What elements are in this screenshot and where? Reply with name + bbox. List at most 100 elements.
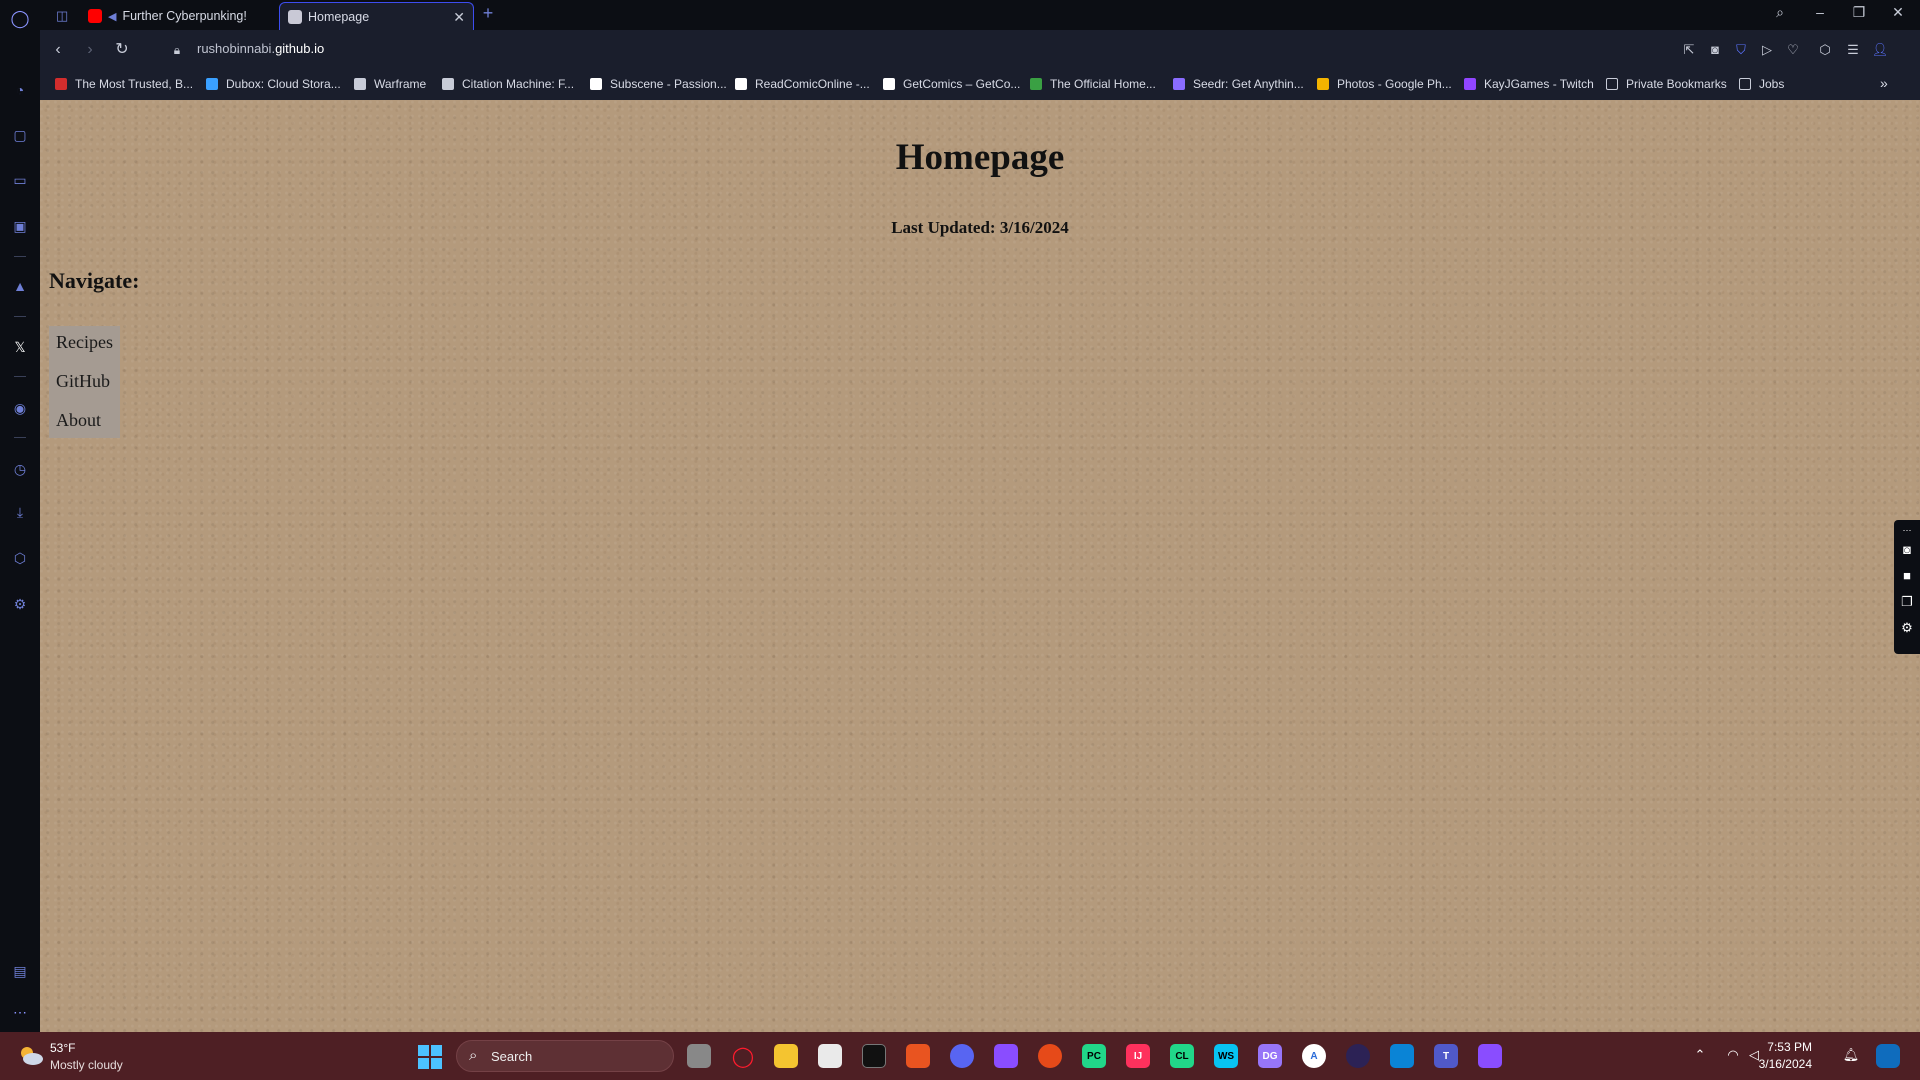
settings-gear-icon[interactable]: ⚙ (10, 594, 30, 614)
bookmark-folder[interactable]: Jobs (1739, 77, 1784, 91)
floating-tools-panel: ⋯ ◙ ■ ❐ ⚙ (1894, 520, 1920, 654)
pin-icon[interactable]: ⋯ (1899, 522, 1915, 538)
clock-time[interactable]: 7:53 PM (1767, 1040, 1812, 1054)
share-icon[interactable]: ⇱ (1680, 41, 1698, 59)
sidebar-separator (14, 316, 26, 317)
app-icon[interactable] (1038, 1044, 1062, 1068)
weather-cloud-icon[interactable] (18, 1044, 44, 1066)
bookmark-item[interactable]: KayJGames - Twitch (1464, 77, 1594, 91)
bookmark-item[interactable]: Warframe (354, 77, 426, 91)
aria-icon[interactable]: ▲ (10, 276, 30, 296)
speed-dial-icon[interactable]: ◔ (10, 80, 30, 100)
new-tab-button[interactable]: + (476, 3, 500, 24)
microsoft-store-icon[interactable] (818, 1044, 842, 1068)
easy-setup-icon[interactable]: ☰ (1844, 41, 1862, 59)
tab-youtube[interactable]: ◀ Further Cyberpunking! ✕ (80, 2, 312, 30)
shield-icon[interactable]: ⛉ (1732, 41, 1750, 59)
history-icon[interactable]: ◷ (10, 459, 30, 479)
screens-icon[interactable]: ❐ (1899, 594, 1915, 610)
bookmark-favicon-icon (735, 78, 747, 90)
webstorm-icon[interactable]: WS (1214, 1044, 1238, 1068)
tray-chevron-icon[interactable]: ⌃ (1691, 1047, 1709, 1063)
lock-icon[interactable]: 🔒︎ (167, 40, 187, 60)
datagrip-icon[interactable]: DG (1258, 1044, 1282, 1068)
bookmarks-more-button[interactable]: » (1880, 75, 1888, 91)
bookmark-favicon-icon (442, 78, 454, 90)
taskbar-search[interactable]: ⌕ Search (456, 1040, 674, 1072)
nav-link-github[interactable]: GitHub (56, 371, 110, 392)
downloads-icon[interactable]: ⤓ (10, 502, 30, 522)
more-icon[interactable]: ⋯ (10, 1002, 30, 1022)
opera-taskbar-icon[interactable]: ◯ (731, 1044, 755, 1068)
discord-icon[interactable] (950, 1044, 974, 1068)
bookmark-item[interactable]: The Official Home... (1030, 77, 1156, 91)
restore-button[interactable]: ❐ (1847, 4, 1871, 21)
address-bar-row: ‹ › ↻ 🔒︎ rushobinnabi.github.io ⇱ ◙ ⛉ ▷ … (40, 30, 1920, 70)
app-icon[interactable]: A (1302, 1044, 1326, 1068)
app-icon[interactable] (994, 1044, 1018, 1068)
url-field[interactable]: rushobinnabi.github.io (197, 41, 324, 56)
tab-homepage[interactable]: Homepage ✕ (279, 2, 474, 30)
bookmark-label: Dubox: Cloud Stora... (226, 77, 341, 91)
bookmark-item[interactable]: Dubox: Cloud Stora... (206, 77, 341, 91)
opera-logo-icon[interactable]: ◯ (10, 9, 30, 29)
clock-date[interactable]: 3/16/2024 (1759, 1057, 1812, 1071)
start-button[interactable] (418, 1045, 442, 1069)
tab-search-icon[interactable]: ◫ (48, 2, 74, 30)
terminal-icon[interactable] (862, 1044, 886, 1068)
minimize-button[interactable]: – (1808, 4, 1832, 20)
bookmark-item[interactable]: Citation Machine: F... (442, 77, 574, 91)
nav-link-about[interactable]: About (56, 410, 101, 431)
gear-icon[interactable]: ⚙ (1899, 620, 1915, 636)
pycharm-icon[interactable]: PC (1082, 1044, 1106, 1068)
back-button[interactable]: ‹ (48, 40, 68, 60)
bookmark-item[interactable]: The Most Trusted, B... (55, 77, 193, 91)
intellij-icon[interactable]: IJ (1126, 1044, 1150, 1068)
tab-menu-icon: ◫ (56, 8, 69, 23)
weather-description[interactable]: Mostly cloudy (50, 1058, 123, 1072)
clion-icon[interactable]: CL (1170, 1044, 1194, 1068)
extensions-icon[interactable]: ⬡ (10, 548, 30, 568)
close-window-button[interactable]: ✕ (1886, 4, 1910, 21)
navigate-heading: Navigate: (49, 268, 140, 293)
profile-icon[interactable]: 👤︎ (1871, 41, 1889, 59)
bookmark-favicon-icon (590, 78, 602, 90)
vscode-icon[interactable] (1390, 1044, 1414, 1068)
reload-button[interactable]: ↻ (112, 40, 132, 60)
workspaces-icon[interactable]: ▢ (10, 125, 30, 145)
heart-icon[interactable]: ♡ (1784, 41, 1802, 59)
snapshot-icon[interactable]: ◙ (1706, 41, 1724, 59)
camera-icon[interactable]: ◙ (1899, 542, 1915, 558)
nav-link-recipes[interactable]: Recipes (56, 332, 113, 353)
tab-close-icon[interactable]: ✕ (453, 9, 465, 26)
bookmark-item[interactable]: ReadComicOnline -... (735, 77, 870, 91)
bookmark-item[interactable]: GetComics – GetCo... (883, 77, 1020, 91)
bookmark-item[interactable]: Subscene - Passion... (590, 77, 727, 91)
app-icon[interactable] (1478, 1044, 1502, 1068)
video-icon[interactable]: ■ (1899, 568, 1915, 584)
notification-bell-icon[interactable]: 🔔︎ (1842, 1047, 1860, 1063)
file-explorer-icon[interactable] (774, 1044, 798, 1068)
x-twitter-icon[interactable]: 𝕏 (10, 337, 30, 357)
audio-playing-icon[interactable]: ◀ (108, 10, 116, 23)
tab-search-icon[interactable]: ⌕ (1768, 4, 1792, 21)
copilot-icon[interactable] (1876, 1044, 1900, 1068)
teams-icon[interactable]: T (1434, 1044, 1458, 1068)
task-view-icon[interactable] (687, 1044, 711, 1068)
bookmark-favicon-icon (206, 78, 218, 90)
ubuntu-icon[interactable] (906, 1044, 930, 1068)
weather-temp[interactable]: 53°F (50, 1041, 75, 1055)
bookmark-folder[interactable]: Private Bookmarks (1606, 77, 1727, 91)
bookmark-item[interactable]: Seedr: Get Anythin... (1173, 77, 1304, 91)
eclipse-icon[interactable] (1346, 1044, 1370, 1068)
player-icon[interactable]: ◉ (10, 398, 30, 418)
twitch-icon[interactable]: ▭ (10, 170, 30, 190)
forward-button[interactable]: › (80, 40, 100, 60)
send-icon[interactable]: ▷ (1758, 41, 1776, 59)
wifi-icon[interactable]: ◠ (1724, 1047, 1742, 1063)
bookmark-favicon-icon (1173, 78, 1185, 90)
bookmark-item[interactable]: Photos - Google Ph... (1317, 77, 1452, 91)
messenger-icon[interactable]: ▣ (10, 216, 30, 236)
wallpaper-icon[interactable]: ▤ (10, 961, 30, 981)
extensions-cube-icon[interactable]: ⬡ (1816, 41, 1834, 59)
